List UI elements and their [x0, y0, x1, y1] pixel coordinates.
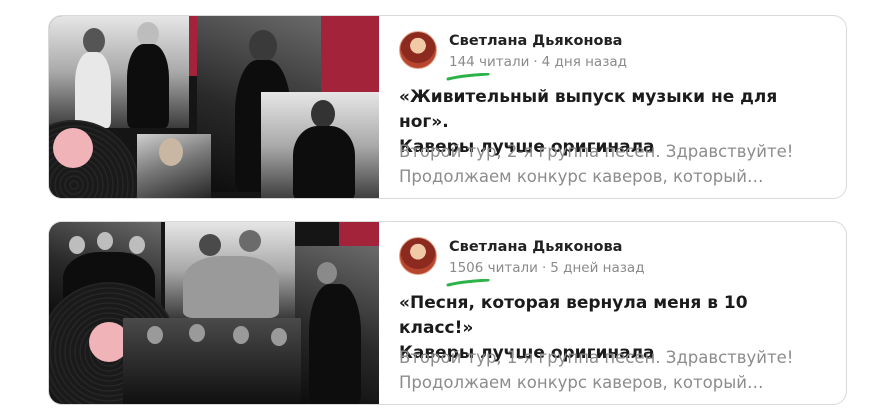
article-thumbnail[interactable]	[49, 222, 379, 404]
snippet-line: Продолжаем конкурс каверов, который…	[399, 167, 764, 186]
author-avatar[interactable]	[399, 237, 437, 275]
author-avatar[interactable]	[399, 31, 437, 69]
title-line: «Живительный выпуск музыки не для ног».	[399, 87, 778, 132]
publish-age: 5 дней назад	[550, 260, 645, 276]
snippet-line: Второй тур, 1-я группа песен. Здравствуй…	[399, 348, 794, 367]
snippet-line: Продолжаем конкурс каверов, который…	[399, 373, 764, 392]
readers-count: 1506 читали	[449, 260, 538, 276]
title-line: «Песня, которая вернула меня в 10 класс!…	[399, 293, 748, 338]
article-content: Светлана Дьяконова 144 читали · 4 дня наза…	[399, 16, 830, 198]
article-thumbnail[interactable]	[49, 16, 379, 198]
readers-count: 144 читали	[449, 54, 530, 70]
green-underline-mark	[446, 73, 490, 81]
article-meta: 1506 читали · 5 дней назад	[449, 260, 645, 276]
article-card[interactable]: Светлана Дьяконова 144 читали · 4 дня наза…	[48, 15, 847, 199]
article-card[interactable]: Светлана Дьяконова 1506 читали · 5 дней на…	[48, 221, 847, 405]
author-name[interactable]: Светлана Дьяконова	[449, 239, 622, 255]
article-meta: 144 читали · 4 дня назад	[449, 54, 627, 70]
green-underline-mark	[446, 279, 490, 287]
meta-separator: ·	[541, 260, 547, 276]
article-snippet: Второй тур, 2-я группа песен. Здравствуй…	[399, 139, 819, 189]
author-name[interactable]: Светлана Дьяконова	[449, 33, 622, 49]
snippet-line: Второй тур, 2-я группа песен. Здравствуй…	[399, 142, 794, 161]
article-content: Светлана Дьяконова 1506 читали · 5 дней на…	[399, 222, 830, 404]
meta-separator: ·	[533, 54, 538, 70]
publish-age: 4 дня назад	[541, 54, 627, 70]
article-snippet: Второй тур, 1-я группа песен. Здравствуй…	[399, 345, 819, 395]
